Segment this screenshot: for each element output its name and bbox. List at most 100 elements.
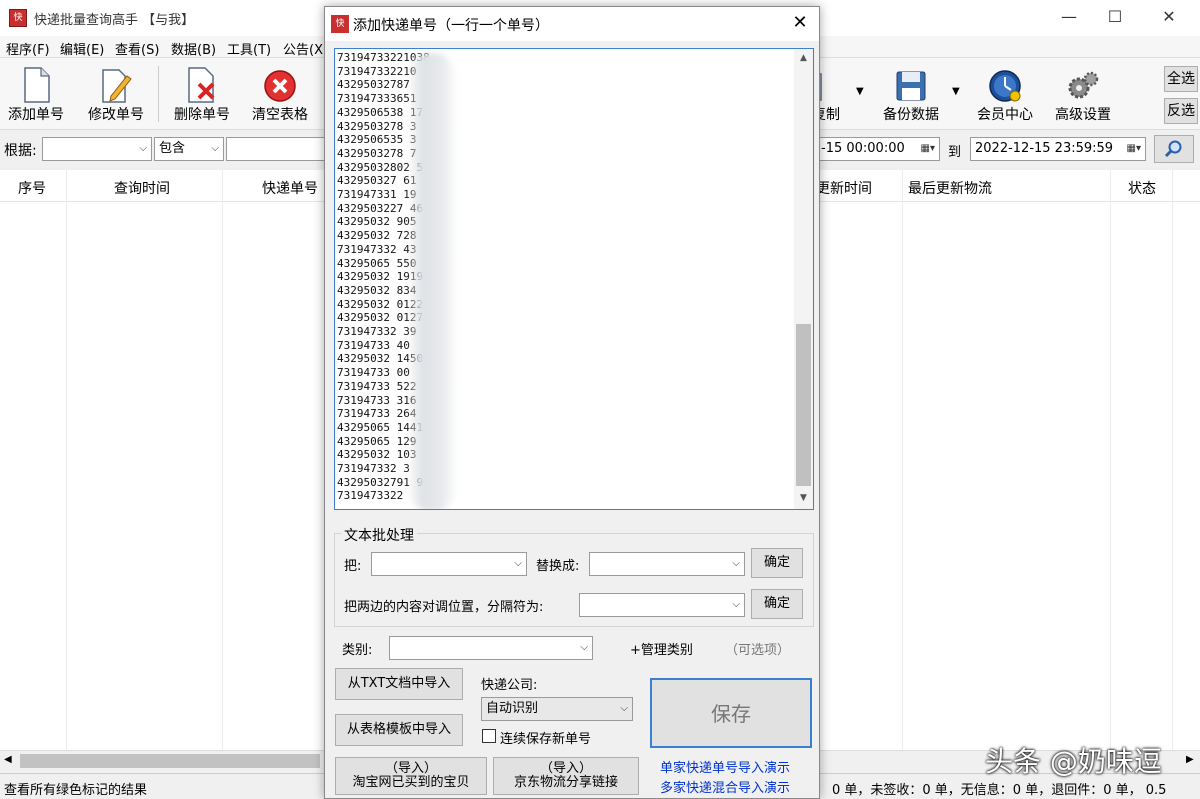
clock-icon bbox=[989, 70, 1021, 102]
floppy-disk-icon bbox=[896, 71, 926, 101]
dialog-close-button[interactable]: ✕ bbox=[781, 7, 819, 41]
match-mode-select[interactable]: 包含 ⌵ bbox=[154, 137, 224, 161]
scroll-up-icon[interactable]: ▲ bbox=[794, 53, 813, 63]
column-header-update-time[interactable]: 更新时间 bbox=[816, 178, 872, 198]
column-header-query-time[interactable]: 查询时间 bbox=[114, 178, 170, 198]
scroll-down-icon[interactable]: ▼ bbox=[794, 493, 813, 503]
start-datetime-picker[interactable]: -15 00:00:00 ▦▾ bbox=[816, 137, 940, 161]
toolbar-separator bbox=[158, 66, 159, 122]
add-number-button[interactable]: 添加单号 bbox=[4, 58, 68, 130]
tracking-number-line: 73194733 316 bbox=[337, 393, 417, 407]
clear-x-icon bbox=[264, 70, 296, 102]
chevron-down-icon: ⌵ bbox=[732, 558, 740, 569]
column-header-index[interactable]: 序号 bbox=[18, 178, 46, 198]
textarea-scroll-thumb[interactable] bbox=[796, 324, 811, 486]
scroll-right-icon[interactable]: ▶ bbox=[1186, 754, 1194, 765]
backup-data-button[interactable]: 备份数据 bbox=[878, 58, 944, 130]
status-counts-text: 0 单，未签收：0 单，无信息：0 单，退回件：0 单， 0.5 bbox=[832, 783, 1167, 798]
tracking-number-line: 43295032 905 bbox=[337, 215, 417, 229]
invert-selection-button[interactable]: 反选 bbox=[1164, 98, 1198, 124]
keyword-input[interactable] bbox=[226, 137, 326, 161]
calendar-dropdown-icon: ▦▾ bbox=[1126, 143, 1141, 154]
document-icon bbox=[24, 67, 50, 103]
demo-multi-link[interactable]: 多家快递混合导入演示 bbox=[660, 777, 790, 796]
privacy-blur bbox=[409, 53, 455, 509]
copy-dropdown-arrow-icon[interactable]: ▼ bbox=[856, 86, 864, 97]
keep-saving-checkbox[interactable] bbox=[482, 729, 496, 743]
menu-program[interactable]: 程序(F) bbox=[6, 39, 50, 58]
replace-to-select[interactable]: ⌵ bbox=[589, 552, 745, 576]
dialog-logo-icon: 快 bbox=[331, 15, 349, 33]
select-all-button[interactable]: 全选 bbox=[1164, 66, 1198, 92]
basis-select[interactable]: ⌵ bbox=[42, 137, 152, 161]
chevron-down-icon: ⌵ bbox=[211, 143, 219, 154]
tracking-number-line: 43295032787 bbox=[337, 78, 410, 92]
menu-view[interactable]: 查看(S) bbox=[115, 39, 159, 58]
demo-single-link[interactable]: 单家快递单号导入演示 bbox=[660, 757, 790, 776]
scroll-left-icon[interactable]: ◀ bbox=[4, 754, 12, 765]
replace-from-select[interactable]: ⌵ bbox=[371, 552, 527, 576]
import-txt-button[interactable]: 从TXT文档中导入 bbox=[335, 668, 463, 700]
tracking-number-line: 43295065 129 bbox=[337, 434, 417, 448]
advanced-settings-button[interactable]: 高级设置 bbox=[1050, 58, 1116, 130]
horizontal-scroll-thumb[interactable] bbox=[20, 754, 320, 768]
menu-edit[interactable]: 编辑(E) bbox=[60, 39, 104, 58]
search-button[interactable] bbox=[1154, 135, 1194, 163]
tracking-number-line: 731947332 3 bbox=[337, 462, 410, 475]
save-button[interactable]: 保存 bbox=[650, 678, 812, 748]
maximize-button[interactable]: ☐ bbox=[1092, 0, 1138, 36]
separator-select[interactable]: ⌵ bbox=[579, 593, 745, 617]
tracking-number-line: 73194733 522 bbox=[337, 379, 417, 393]
tracking-number-line: 43295032 834 bbox=[337, 283, 417, 297]
column-header-last-logistics[interactable]: 最后更新物流 bbox=[908, 178, 992, 198]
minimize-button[interactable]: — bbox=[1046, 0, 1092, 36]
import-jd-button[interactable]: （导入） 京东物流分享链接 bbox=[493, 757, 639, 795]
tracking-number-line: 432950327 61 bbox=[337, 174, 417, 188]
chevron-down-icon: ⌵ bbox=[732, 599, 740, 610]
close-button[interactable]: ✕ bbox=[1146, 0, 1192, 36]
clear-table-button[interactable]: 清空表格 bbox=[248, 58, 312, 130]
column-header-tracking-number[interactable]: 快递单号 bbox=[262, 178, 318, 198]
menu-notice[interactable]: 公告(X bbox=[283, 39, 323, 58]
tracking-number-line: 731947332 43 bbox=[337, 242, 417, 256]
menu-tools[interactable]: 工具(T) bbox=[227, 39, 271, 58]
column-divider bbox=[1110, 170, 1111, 750]
manage-category-link[interactable]: +管理类别 bbox=[630, 639, 693, 658]
tracking-number-line: 73194733 40 bbox=[337, 338, 410, 352]
swap-ok-button[interactable]: 确定 bbox=[751, 589, 803, 619]
tracking-number-line: 43295032 103 bbox=[337, 448, 417, 462]
basis-label: 根据: bbox=[4, 143, 37, 159]
column-divider bbox=[902, 170, 903, 750]
tracking-number-line: 43295065 550 bbox=[337, 256, 417, 270]
tracking-number-line: 73194733 00 bbox=[337, 366, 410, 380]
magnifier-icon bbox=[1164, 140, 1182, 158]
courier-company-label: 快递公司: bbox=[481, 678, 538, 693]
replace-ok-button[interactable]: 确定 bbox=[751, 548, 803, 578]
edit-number-button[interactable]: 修改单号 bbox=[84, 58, 148, 130]
column-divider bbox=[222, 170, 223, 750]
backup-dropdown-arrow-icon[interactable]: ▼ bbox=[952, 86, 960, 97]
delete-number-button[interactable]: 删除单号 bbox=[170, 58, 234, 130]
keep-saving-label: 连续保存新单号 bbox=[500, 732, 592, 747]
category-label: 类别: bbox=[342, 643, 373, 658]
optional-hint: （可选项） bbox=[725, 643, 791, 658]
category-select[interactable]: ⌵ bbox=[389, 636, 593, 660]
tracking-number-line: 731947333651 bbox=[337, 92, 417, 106]
column-header-status[interactable]: 状态 bbox=[1128, 178, 1156, 198]
textarea-vertical-scrollbar[interactable]: ▲ ▼ bbox=[794, 49, 813, 509]
end-datetime-picker[interactable]: 2022-12-15 23:59:59 ▦▾ bbox=[970, 137, 1146, 161]
column-divider bbox=[66, 170, 67, 750]
tracking-numbers-textarea[interactable]: 73194733221038 731947332210 43295032787 731… bbox=[334, 48, 814, 510]
pencil-document-icon bbox=[102, 69, 132, 103]
tracking-number-line: 4329503278 7 bbox=[337, 146, 417, 160]
chevron-down-icon: ⌵ bbox=[620, 703, 628, 714]
import-table-button[interactable]: 从表格模板中导入 bbox=[335, 714, 463, 746]
member-center-button[interactable]: 会员中心 bbox=[972, 58, 1038, 130]
menu-data[interactable]: 数据(B) bbox=[171, 39, 216, 58]
text-batch-title: 文本批处理 bbox=[341, 525, 417, 545]
tracking-number-line: 4329503278 3 bbox=[337, 119, 417, 133]
watermark-text: 头条 @奶味逗 bbox=[985, 745, 1162, 778]
courier-company-select[interactable]: 自动识别 ⌵ bbox=[481, 697, 633, 721]
import-taobao-button[interactable]: （导入） 淘宝网已买到的宝贝 bbox=[335, 757, 487, 795]
tracking-number-line: 7319473322 bbox=[337, 489, 404, 503]
